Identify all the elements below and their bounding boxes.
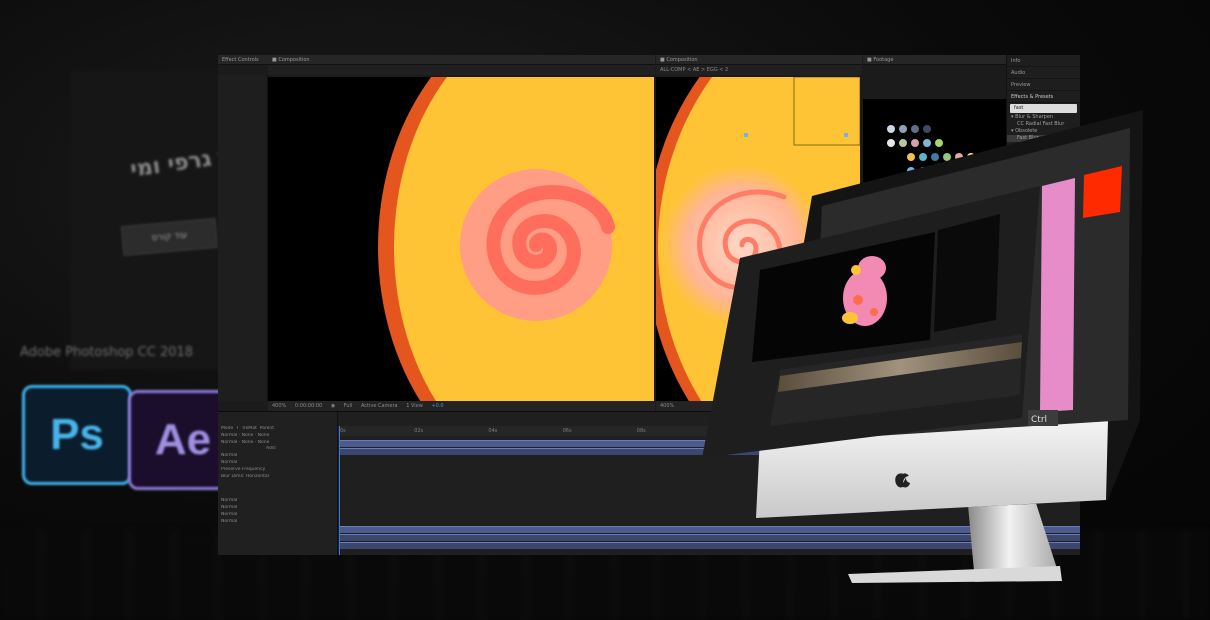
layer-row[interactable]: Normal <box>218 498 337 505</box>
composition-tab-2-label: Composition <box>666 57 698 63</box>
color-swatch-dot <box>931 153 939 161</box>
color-swatch-dot <box>911 125 919 133</box>
layer-trkmat[interactable]: None <box>242 433 254 438</box>
ruler-tick-label: 08s <box>636 428 646 434</box>
layer-row[interactable]: Normal <box>218 505 337 512</box>
composition-viewer-1[interactable] <box>268 77 654 401</box>
color-swatch-dot <box>943 153 951 161</box>
layer-duration-bar[interactable] <box>339 526 1080 533</box>
color-swatch-dot <box>911 139 919 147</box>
effects-search-input[interactable]: fast <box>1010 104 1077 113</box>
dinosaur-head <box>858 256 886 280</box>
composition-subbar-1 <box>268 65 655 75</box>
layer-duration-bar[interactable] <box>339 534 1080 541</box>
egg-artwork-1 <box>268 77 654 401</box>
color-swatch-dot <box>899 139 907 147</box>
effect-controls-tab[interactable]: Effect Controls <box>218 55 268 65</box>
column-parent: Parent <box>259 426 274 431</box>
info-panel-tab[interactable]: Info <box>1007 55 1080 67</box>
pink-panel <box>1040 178 1075 412</box>
active-camera-dropdown[interactable]: Active Camera <box>361 403 398 409</box>
composition-tab-1[interactable]: ■ Composition <box>268 55 655 65</box>
color-swatch-dot <box>887 139 895 147</box>
color-swatch-dot <box>899 125 907 133</box>
viewer-1-toolbar: 400% 0:00:00:00 ◉ Full Active Camera 1 V… <box>268 401 655 411</box>
timecode[interactable]: 0:00:00:00 <box>295 403 322 409</box>
tree-blur-sharpen[interactable]: ▾ Blur & Sharpen <box>1007 114 1080 121</box>
layer-mode[interactable]: Normal <box>221 433 237 438</box>
effect-row[interactable]: Normal <box>218 453 337 460</box>
background-course-caption: Adobe Photoshop CC 2018 <box>20 345 194 360</box>
add-effect-row[interactable]: Add: <box>218 446 337 453</box>
audio-panel-tab[interactable]: Audio <box>1007 67 1080 79</box>
layer-parent[interactable]: None <box>258 440 270 445</box>
effect-controls-panel <box>218 75 268 401</box>
layer-parent[interactable]: None <box>258 433 270 438</box>
layer-trkmat[interactable]: None <box>242 440 254 445</box>
preview-panel-tab[interactable]: Preview <box>1007 79 1080 91</box>
color-swatch-dot <box>935 139 943 147</box>
column-trkmat: TrkMat <box>241 426 257 431</box>
composition-tab-2[interactable]: ■ Composition <box>656 55 862 65</box>
zoom-dropdown[interactable]: 400% <box>272 403 286 409</box>
footage-tab-label: Footage <box>873 57 894 63</box>
layer-row[interactable]: Normal <box>218 512 337 519</box>
layer-row[interactable]: Normal <box>218 519 337 526</box>
dinosaur-bow <box>851 265 861 275</box>
layer-duration-bar[interactable] <box>339 542 1080 549</box>
ruler-tick-label: 06s <box>562 428 572 434</box>
color-swatch-dot <box>907 153 915 161</box>
color-swatch-dot <box>923 125 931 133</box>
keyboard-shortcut-text: Ctrl <box>1031 415 1047 425</box>
color-swatch-dot <box>923 139 931 147</box>
zoom-dropdown-2[interactable]: 400% <box>660 403 674 409</box>
ruler-tick-label: 02s <box>414 428 424 434</box>
layer-row[interactable]: Normal · None · None <box>218 433 337 440</box>
layer-mode[interactable]: Normal <box>221 440 237 445</box>
timeline-columns: Mode T TrkMat Parent <box>218 426 337 433</box>
layer-row[interactable]: Normal · None · None <box>218 440 337 447</box>
tree-cc-radial-fast-blur[interactable]: CC Radial Fast Blur <box>1007 121 1080 128</box>
column-mode: Mode <box>221 426 234 431</box>
playhead[interactable] <box>339 426 340 555</box>
photoshop-icon-label: Ps <box>50 410 104 459</box>
footage-tab[interactable]: ■ Footage <box>863 55 1006 65</box>
resolution-dropdown[interactable]: Full <box>344 403 353 409</box>
anchor-handle[interactable] <box>744 133 748 137</box>
composition-navigator[interactable]: ALL-COMP < AE > EGG < 2 <box>656 65 862 75</box>
views-dropdown[interactable]: 1 View <box>406 403 423 409</box>
anchor-handle[interactable] <box>844 133 848 137</box>
column-t: T <box>236 426 239 431</box>
composition-tab-1-label: Composition <box>278 57 310 63</box>
floating-footage <box>934 214 1000 332</box>
timeline-layers: Mode T TrkMat Parent Normal · None · Non… <box>218 412 338 555</box>
color-swatch-dot <box>887 125 895 133</box>
ruler-tick-label: 0s <box>340 428 346 434</box>
effect-row[interactable]: Normal <box>218 460 337 467</box>
effect-controls-tab-label: Effect Controls <box>222 57 259 63</box>
effect-row[interactable]: Blur Dims: Horizontal <box>218 474 337 481</box>
camera-icon[interactable]: ◉ <box>331 403 335 409</box>
photoshop-icon: Ps <box>22 385 132 485</box>
effect-row[interactable]: Preserve Frequency <box>218 467 337 474</box>
color-swatch-dot <box>919 153 927 161</box>
ruler-tick-label: 04s <box>488 428 498 434</box>
exposure-value[interactable]: +0.0 <box>431 403 443 409</box>
after-effects-icon-label: Ae <box>154 415 212 464</box>
effects-presets-tab[interactable]: Effects & Presets <box>1007 91 1080 103</box>
